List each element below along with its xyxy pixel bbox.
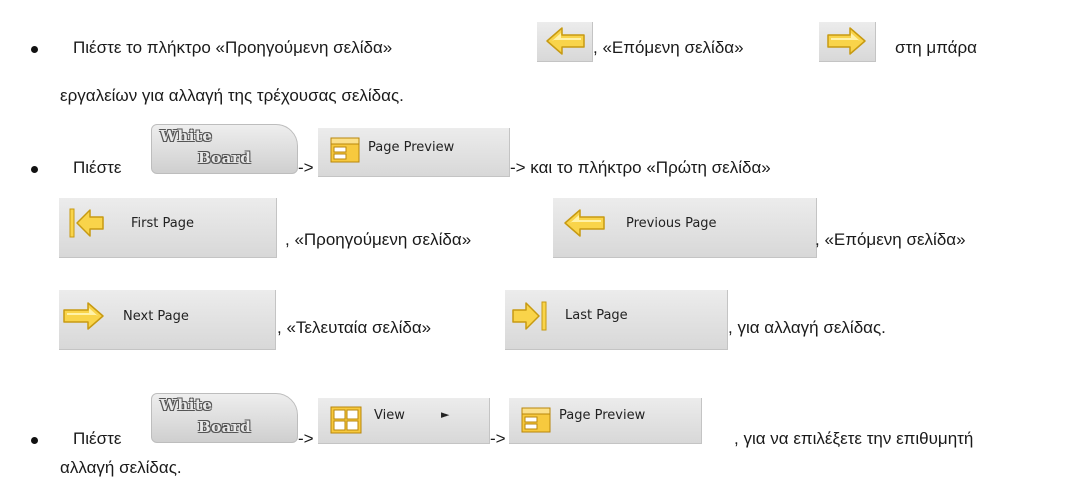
arrow-right-icon (63, 302, 104, 330)
page-preview-icon (330, 137, 360, 163)
view-menu-button[interactable]: View ► (318, 398, 490, 444)
bullet2-text-f: , για αλλαγή σελίδας. (728, 318, 886, 337)
previous-page-label: Previous Page (626, 216, 717, 231)
last-page-label: Last Page (565, 308, 628, 323)
arrow-left-icon (564, 209, 605, 237)
whiteboard-menu-button[interactable]: White Board (151, 124, 298, 174)
arrow-right-icon (827, 27, 866, 55)
whiteboard-label-line1: White (160, 396, 213, 414)
bullet3-text-a: Πιέστε (73, 429, 122, 448)
whiteboard-label-line2: Board (198, 418, 252, 436)
next-page-button[interactable]: Next Page (59, 290, 276, 350)
submenu-arrow-icon: ► (441, 408, 450, 421)
arrow-text: -> (490, 429, 506, 448)
bullet1-text-b: , «Επόμενη σελίδα» (593, 38, 744, 57)
first-page-label: First Page (131, 216, 194, 231)
bullet1-text-d: εργαλείων για αλλαγή της τρέχουσας σελίδ… (60, 86, 404, 105)
bullet1-text-a: Πιέστε το πλήκτρο «Προηγούμενη σελίδα» (73, 38, 393, 57)
next-page-label: Next Page (123, 309, 189, 324)
bullet2-text-e: , «Τελευταία σελίδα» (277, 318, 432, 337)
bullet3-text-b: , για να επιλέξετε την επιθυμητή (734, 429, 974, 448)
bullet1-text-c: στη μπάρα (895, 38, 977, 57)
whiteboard-label-line1: White (160, 127, 213, 145)
page-preview-icon (521, 407, 551, 433)
next-page-toolbar-button[interactable] (819, 22, 876, 62)
whiteboard-menu-button[interactable]: White Board (151, 393, 298, 443)
bullet2-text-d: , «Επόμενη σελίδα» (815, 230, 966, 249)
previous-page-toolbar-button[interactable] (537, 22, 593, 62)
bullet2-text-c: , «Προηγούμενη σελίδα» (285, 230, 472, 249)
page-preview-button[interactable]: Page Preview (318, 128, 510, 177)
bullet2-text-a: Πιέστε (73, 158, 122, 177)
bullet3-text-c: αλλαγή σελίδας. (60, 458, 182, 477)
first-page-button[interactable]: First Page (59, 198, 277, 258)
arrow-text: -> (298, 429, 314, 448)
page-preview-label: Page Preview (559, 408, 646, 423)
previous-page-button[interactable]: Previous Page (553, 198, 817, 258)
first-page-icon (69, 208, 104, 238)
view-icon (330, 406, 362, 434)
page-preview-button[interactable]: Page Preview (509, 398, 702, 444)
bullet-dot (31, 46, 38, 53)
last-page-button[interactable]: Last Page (505, 290, 728, 350)
page-preview-label: Page Preview (368, 140, 455, 155)
bullet-dot (31, 437, 38, 444)
whiteboard-label-line2: Board (198, 149, 252, 167)
last-page-icon (512, 301, 547, 331)
arrow-text: -> (298, 158, 314, 177)
arrow-left-icon (546, 27, 585, 55)
view-label: View (374, 408, 405, 423)
bullet-dot (31, 166, 38, 173)
bullet2-text-b: -> και το πλήκτρο «Πρώτη σελίδα» (510, 158, 771, 177)
